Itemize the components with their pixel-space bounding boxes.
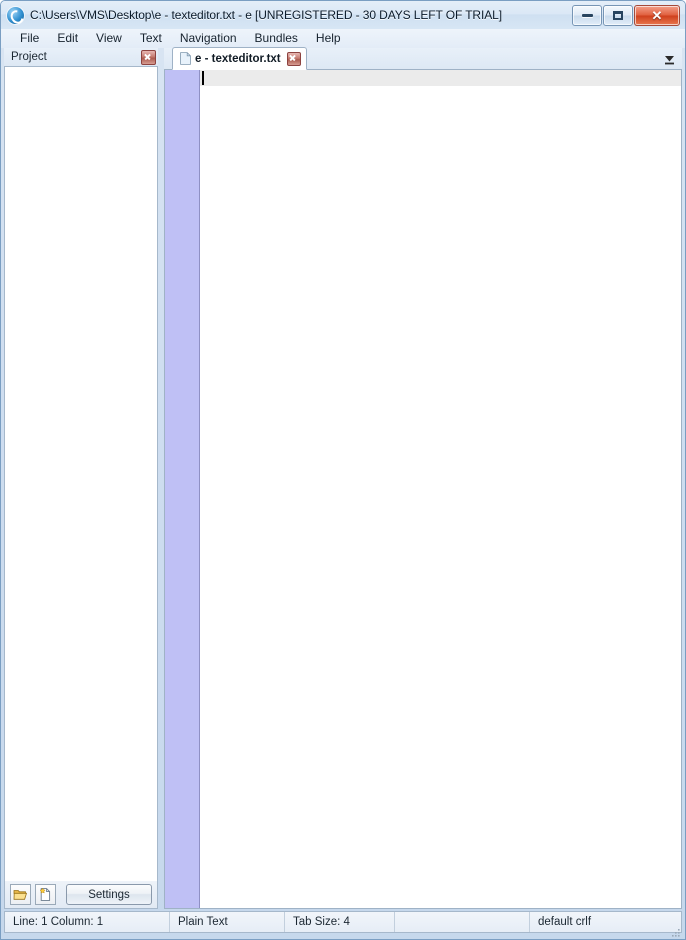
status-tab-size[interactable]: Tab Size: 4 (285, 912, 395, 932)
minimize-button[interactable] (572, 4, 602, 26)
application-window: C:\Users\VMS\Desktop\e - texteditor.txt … (0, 0, 686, 940)
menu-item-navigation[interactable]: Navigation (171, 30, 246, 48)
status-bar: Line: 1 Column: 1 Plain Text Tab Size: 4… (4, 911, 682, 933)
close-icon: ✕ (651, 7, 663, 23)
current-line-highlight (200, 70, 681, 86)
status-line-endings[interactable]: default crlf (530, 912, 681, 932)
document-icon (180, 52, 191, 65)
project-panel-close-icon[interactable] (141, 49, 156, 65)
editor-text-surface[interactable] (200, 70, 681, 908)
project-tree[interactable] (4, 66, 158, 881)
menu-item-file[interactable]: File (11, 30, 48, 48)
project-toolbar: Settings (4, 881, 158, 909)
menu-item-bundles[interactable]: Bundles (246, 30, 307, 48)
window-bottom-edge (1, 929, 685, 939)
editor-tab[interactable]: e - texteditor.txt (172, 47, 307, 70)
close-button[interactable]: ✕ (634, 4, 680, 26)
editor-gutter[interactable] (165, 70, 200, 908)
open-folder-button[interactable] (10, 884, 31, 905)
maximize-icon (604, 6, 632, 25)
menu-item-edit[interactable]: Edit (48, 30, 87, 48)
editor-tab-close-icon[interactable] (286, 51, 301, 66)
new-file-icon (39, 887, 51, 901)
menu-item-view[interactable]: View (87, 30, 131, 48)
text-caret (202, 71, 204, 85)
minimize-icon (573, 6, 601, 25)
status-blank-section (395, 912, 530, 932)
maximize-button[interactable] (603, 4, 633, 26)
settings-button[interactable]: Settings (66, 884, 152, 905)
window-controls: ✕ (572, 4, 680, 26)
project-panel-header: Project (4, 48, 158, 66)
chevron-down-icon[interactable] (663, 53, 676, 66)
status-syntax-mode[interactable]: Plain Text (170, 912, 285, 932)
menu-item-text[interactable]: Text (131, 30, 171, 48)
resize-grip-icon[interactable] (671, 928, 681, 938)
project-panel-title: Project (11, 51, 47, 63)
status-caret-position: Line: 1 Column: 1 (5, 912, 170, 932)
editor-panel: e - texteditor.txt (164, 47, 682, 909)
app-icon (7, 6, 24, 24)
title-bar[interactable]: C:\Users\VMS\Desktop\e - texteditor.txt … (1, 1, 685, 29)
tab-strip: e - texteditor.txt (164, 47, 682, 70)
editor-tab-label: e - texteditor.txt (195, 52, 281, 65)
project-panel: Project Settings (4, 48, 158, 909)
menu-bar: File Edit View Text Navigation Bundles H… (1, 29, 685, 48)
main-content: Project Settings e - texteditor.txt (1, 47, 685, 909)
open-folder-icon (13, 890, 28, 900)
new-file-button[interactable] (35, 884, 56, 905)
settings-button-label: Settings (88, 888, 130, 901)
editor-area[interactable] (164, 70, 682, 909)
menu-item-help[interactable]: Help (307, 30, 350, 48)
window-title: C:\Users\VMS\Desktop\e - texteditor.txt … (30, 8, 502, 22)
